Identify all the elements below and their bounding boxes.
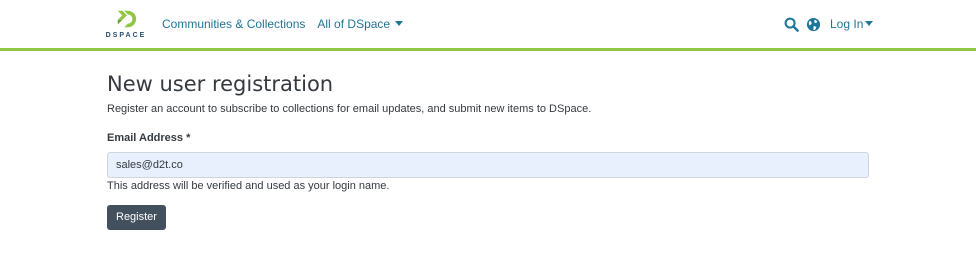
email-field[interactable]	[107, 152, 869, 178]
nav-communities-collections[interactable]: Communities & Collections	[162, 17, 305, 31]
search-icon[interactable]	[782, 15, 800, 33]
email-label: Email Address *	[107, 132, 191, 144]
intro-text: Register an account to subscribe to coll…	[107, 103, 592, 115]
nav-all-of-dspace-label: All of DSpace	[317, 17, 391, 31]
dspace-logo-icon	[117, 10, 137, 28]
login-dropdown[interactable]: Log In	[830, 17, 874, 31]
top-navbar: DSPACE Communities & Collections All of …	[0, 0, 976, 51]
header-right-actions: Log In	[782, 15, 874, 33]
dspace-logo[interactable]: DSPACE	[104, 8, 148, 44]
globe-icon[interactable]	[804, 15, 822, 33]
logo-text: DSPACE	[105, 32, 147, 39]
chevron-down-icon	[395, 21, 404, 26]
page-title: New user registration	[107, 72, 334, 96]
main-nav: Communities & Collections All of DSpace	[162, 17, 404, 31]
registration-form: New user registration Register an accoun…	[107, 70, 869, 230]
nav-all-of-dspace[interactable]: All of DSpace	[317, 17, 404, 31]
chevron-down-icon	[865, 21, 874, 26]
email-help-text: This address will be verified and used a…	[107, 180, 390, 192]
login-label: Log In	[830, 17, 864, 31]
register-button[interactable]: Register	[107, 205, 166, 230]
